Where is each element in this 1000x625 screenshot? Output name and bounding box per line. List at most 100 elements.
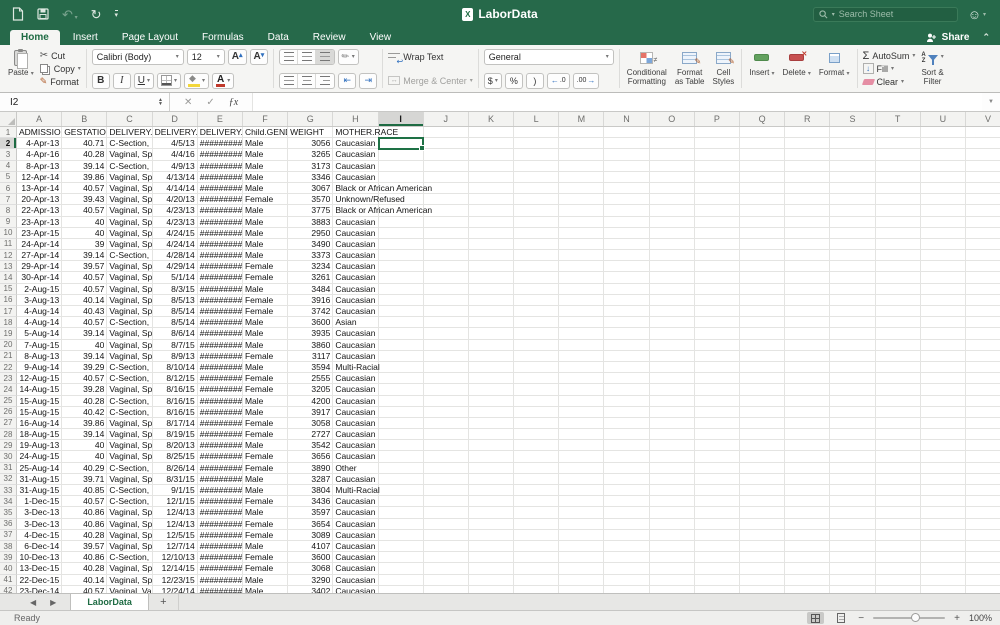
cell-A29[interactable]: 19-Aug-13	[17, 440, 62, 451]
cell-N33[interactable]	[604, 485, 649, 496]
cell-O40[interactable]	[650, 563, 695, 574]
cell-Q9[interactable]	[740, 217, 785, 228]
cell-B35[interactable]: 40.86	[62, 507, 107, 518]
cell-V28[interactable]	[966, 429, 1000, 440]
cell-J28[interactable]	[424, 429, 469, 440]
cell-O11[interactable]	[650, 239, 695, 250]
cell-P16[interactable]	[695, 295, 740, 306]
cell-U21[interactable]	[921, 351, 966, 362]
cell-J26[interactable]	[424, 407, 469, 418]
cell-U16[interactable]	[921, 295, 966, 306]
cell-M5[interactable]	[559, 172, 604, 183]
sort-filter-button[interactable]: AZ▾ Sort & Filter	[919, 47, 945, 90]
cell-B24[interactable]: 39.28	[62, 384, 107, 395]
cell-G22[interactable]: 3594	[288, 362, 333, 373]
cell-O18[interactable]	[650, 317, 695, 328]
cell-U15[interactable]	[921, 284, 966, 295]
cell-L27[interactable]	[514, 418, 559, 429]
cell-G7[interactable]: 3570	[288, 194, 333, 205]
cell-M12[interactable]	[559, 250, 604, 261]
cell-M23[interactable]	[559, 373, 604, 384]
cell-C1[interactable]: DELIVERY.TY	[107, 127, 152, 138]
cell-N8[interactable]	[604, 205, 649, 216]
cell-H17[interactable]: Caucasian	[333, 306, 378, 317]
cell-M41[interactable]	[559, 575, 604, 586]
cell-K9[interactable]	[469, 217, 514, 228]
cell-M4[interactable]	[559, 161, 604, 172]
row-number-21[interactable]: 21	[0, 351, 17, 362]
cell-O23[interactable]	[650, 373, 695, 384]
cell-H16[interactable]: Caucasian	[333, 295, 378, 306]
copy-button[interactable]: Copy ▾	[40, 62, 81, 75]
cell-C26[interactable]: C-Section, Lo	[107, 407, 152, 418]
cell-P41[interactable]	[695, 575, 740, 586]
cell-M36[interactable]	[559, 519, 604, 530]
zoom-slider-thumb[interactable]	[911, 613, 920, 622]
cell-P33[interactable]	[695, 485, 740, 496]
cell-F32[interactable]: Male	[243, 474, 288, 485]
cell-S34[interactable]	[830, 496, 875, 507]
cell-M38[interactable]	[559, 541, 604, 552]
cell-N7[interactable]	[604, 194, 649, 205]
cell-G28[interactable]: 2727	[288, 429, 333, 440]
cell-D22[interactable]: 8/10/14	[153, 362, 198, 373]
cell-H10[interactable]: Caucasian	[333, 228, 378, 239]
cell-V27[interactable]	[966, 418, 1000, 429]
cell-F20[interactable]: Male	[243, 340, 288, 351]
cell-T41[interactable]	[876, 575, 921, 586]
cell-U5[interactable]	[921, 172, 966, 183]
cell-N34[interactable]	[604, 496, 649, 507]
cell-F14[interactable]: Female	[243, 272, 288, 283]
cell-S40[interactable]	[830, 563, 875, 574]
new-document-icon[interactable]	[12, 7, 24, 21]
cell-C15[interactable]: Vaginal, Spor	[107, 284, 152, 295]
cell-P39[interactable]	[695, 552, 740, 563]
cell-S38[interactable]	[830, 541, 875, 552]
cell-C24[interactable]: Vaginal, Spor	[107, 384, 152, 395]
cell-L11[interactable]	[514, 239, 559, 250]
cell-M28[interactable]	[559, 429, 604, 440]
cell-E23[interactable]: ############	[198, 373, 243, 384]
row-number-35[interactable]: 35	[0, 507, 17, 518]
cell-L21[interactable]	[514, 351, 559, 362]
cell-S28[interactable]	[830, 429, 875, 440]
row-number-12[interactable]: 12	[0, 250, 17, 261]
row-number-19[interactable]: 19	[0, 328, 17, 339]
cell-E16[interactable]: ############	[198, 295, 243, 306]
cell-R32[interactable]	[785, 474, 830, 485]
cell-K32[interactable]	[469, 474, 514, 485]
cell-T7[interactable]	[876, 194, 921, 205]
next-sheet-icon[interactable]: ▶	[50, 598, 56, 607]
cell-E12[interactable]: ############	[198, 250, 243, 261]
cell-R9[interactable]	[785, 217, 830, 228]
cell-K1[interactable]	[469, 127, 514, 138]
cell-Q38[interactable]	[740, 541, 785, 552]
bold-button[interactable]: B	[92, 73, 110, 89]
cell-O5[interactable]	[650, 172, 695, 183]
cell-P29[interactable]	[695, 440, 740, 451]
cell-H32[interactable]: Caucasian	[333, 474, 378, 485]
cell-P10[interactable]	[695, 228, 740, 239]
cell-M15[interactable]	[559, 284, 604, 295]
cell-H36[interactable]: Caucasian	[333, 519, 378, 530]
cell-B15[interactable]: 40.57	[62, 284, 107, 295]
column-header-O[interactable]: O	[650, 112, 695, 126]
cell-A25[interactable]: 15-Aug-15	[17, 396, 62, 407]
cell-I27[interactable]	[379, 418, 424, 429]
cell-O35[interactable]	[650, 507, 695, 518]
cell-S22[interactable]	[830, 362, 875, 373]
cell-F29[interactable]: Male	[243, 440, 288, 451]
cell-Q16[interactable]	[740, 295, 785, 306]
cell-O15[interactable]	[650, 284, 695, 295]
cell-V7[interactable]	[966, 194, 1000, 205]
cell-K15[interactable]	[469, 284, 514, 295]
cell-U30[interactable]	[921, 451, 966, 462]
cell-T19[interactable]	[876, 328, 921, 339]
cell-F10[interactable]: Male	[243, 228, 288, 239]
cell-T33[interactable]	[876, 485, 921, 496]
cell-U8[interactable]	[921, 205, 966, 216]
cell-K24[interactable]	[469, 384, 514, 395]
cell-V14[interactable]	[966, 272, 1000, 283]
cell-H28[interactable]: Caucasian	[333, 429, 378, 440]
row-number-33[interactable]: 33	[0, 485, 17, 496]
